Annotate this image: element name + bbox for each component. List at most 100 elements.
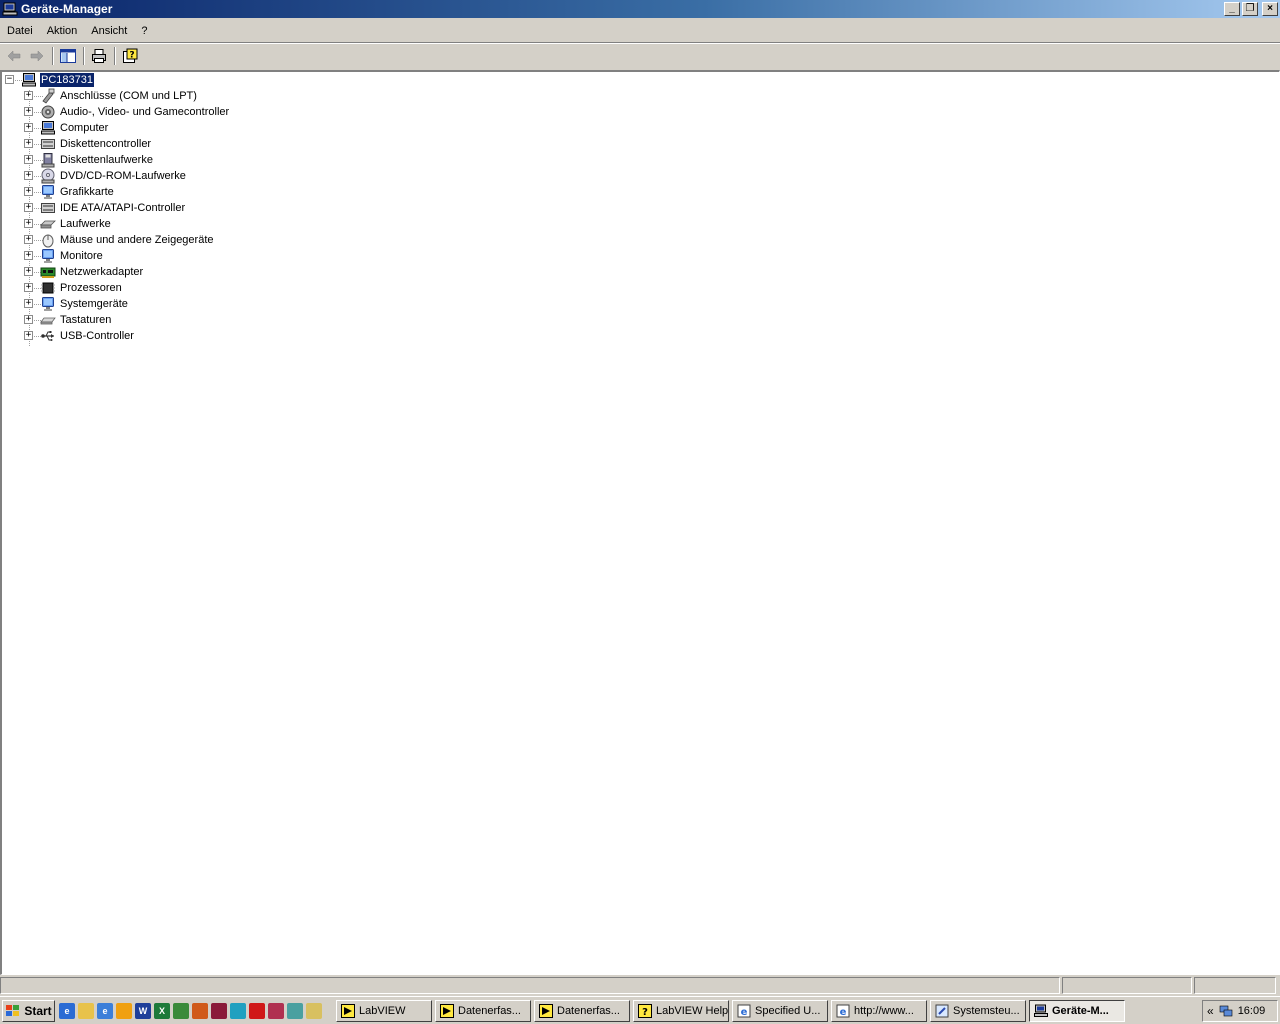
forward-button[interactable] xyxy=(26,45,48,67)
expand-toggle[interactable]: + xyxy=(24,91,33,100)
arrow-left-icon xyxy=(7,50,21,62)
taskbar-button[interactable]: Datenerfas... xyxy=(435,999,531,1022)
folder-icon[interactable] xyxy=(78,1002,94,1019)
tray-chevron[interactable]: « xyxy=(1207,1004,1214,1018)
tree-node-label[interactable]: Anschlüsse (COM und LPT) xyxy=(59,89,198,103)
tree-node-label[interactable]: Diskettencontroller xyxy=(59,137,152,151)
expand-toggle[interactable]: + xyxy=(24,219,33,228)
close-button[interactable]: × xyxy=(1262,2,1278,16)
title-bar[interactable]: Geräte-Manager _ ❐ × xyxy=(0,0,1280,18)
taskbar-button-label: Datenerfas... xyxy=(557,1004,620,1017)
tree-node-label[interactable]: USB-Controller xyxy=(59,329,135,343)
expand-toggle[interactable]: + xyxy=(24,107,33,116)
word-icon[interactable]: W xyxy=(135,1002,151,1019)
taskbar-button[interactable]: Datenerfas... xyxy=(534,999,630,1022)
taskbar-button-label: http://www... xyxy=(854,1004,914,1017)
controller-icon xyxy=(40,200,56,216)
menu-help[interactable]: ? xyxy=(134,22,154,40)
expand-toggle[interactable]: + xyxy=(24,155,33,164)
status-bar xyxy=(0,977,1280,995)
expand-toggle[interactable]: + xyxy=(24,331,33,340)
expand-toggle[interactable]: + xyxy=(24,123,33,132)
expand-toggle[interactable]: + xyxy=(24,315,33,324)
browser-icon[interactable]: e xyxy=(97,1002,113,1019)
port-icon xyxy=(40,88,56,104)
controller-icon xyxy=(40,136,56,152)
red-app-icon[interactable] xyxy=(249,1002,265,1019)
ie-icon: e xyxy=(737,1004,755,1018)
app-icon[interactable] xyxy=(173,1002,189,1019)
harddisk-icon xyxy=(40,216,56,232)
tree-node-label[interactable]: Netzwerkadapter xyxy=(59,265,144,279)
tree-root-label[interactable]: PC183731 xyxy=(39,72,95,88)
tree-node-label[interactable]: Audio-, Video- und Gamecontroller xyxy=(59,105,230,119)
restore-button[interactable]: ❐ xyxy=(1242,2,1258,16)
tools-icon[interactable] xyxy=(287,1002,303,1019)
notes-icon[interactable] xyxy=(306,1002,322,1019)
tree-node-label[interactable]: Tastaturen xyxy=(59,313,112,327)
toolbar: ? xyxy=(0,44,1280,68)
network-connection-icon[interactable] xyxy=(1218,1003,1234,1019)
status-pane-3 xyxy=(1194,977,1276,994)
tree-node-label[interactable]: DVD/CD-ROM-Laufwerke xyxy=(59,169,187,183)
tree-node-label[interactable]: Systemgeräte xyxy=(59,297,129,311)
clock[interactable]: 16:09 xyxy=(1238,1005,1266,1017)
tree-node-label[interactable]: Computer xyxy=(59,121,109,135)
excel-icon[interactable]: X xyxy=(154,1002,170,1019)
system-tray: « 16:09 xyxy=(1202,1000,1278,1022)
tree-node-label[interactable]: Diskettenlaufwerke xyxy=(59,153,154,167)
taskbar-button[interactable]: Systemsteu... xyxy=(930,999,1026,1022)
media-icon[interactable] xyxy=(116,1002,132,1019)
expand-toggle[interactable]: + xyxy=(24,171,33,180)
expand-toggle[interactable]: + xyxy=(24,203,33,212)
powerpoint-icon[interactable] xyxy=(192,1002,208,1019)
computer-icon xyxy=(21,72,37,88)
expand-toggle[interactable]: + xyxy=(24,187,33,196)
tree-node-label[interactable]: Prozessoren xyxy=(59,281,123,295)
svg-text:e: e xyxy=(741,1007,748,1018)
device-manager-icon xyxy=(2,2,18,16)
menu-aktion[interactable]: Aktion xyxy=(40,22,85,40)
taskbar-button[interactable]: e Specified U... xyxy=(732,999,828,1022)
print-button[interactable] xyxy=(88,45,110,67)
labview-icon xyxy=(539,1003,557,1018)
acrobat-icon[interactable] xyxy=(211,1002,227,1019)
expand-toggle[interactable]: + xyxy=(24,251,33,260)
network-card-icon xyxy=(40,264,56,280)
taskbar-button[interactable]: e http://www... xyxy=(831,999,927,1022)
internet-explorer-icon[interactable]: e xyxy=(59,1002,75,1019)
taskbar-button[interactable]: LabVIEW xyxy=(336,999,432,1022)
taskbar-button-label: LabVIEW xyxy=(359,1004,406,1017)
help-icon: ? xyxy=(638,1003,656,1018)
tree-node-label[interactable]: Laufwerke xyxy=(59,217,112,231)
device-tree[interactable]: − PC183731 + Anschlüsse (COM und LPT) + Audio… xyxy=(0,70,1280,975)
tree-node-label[interactable]: Monitore xyxy=(59,249,104,263)
expand-toggle[interactable]: + xyxy=(24,235,33,244)
tree-node-label[interactable]: IDE ATA/ATAPI-Controller xyxy=(59,201,186,215)
show-hide-tree-button[interactable] xyxy=(57,45,79,67)
collapse-toggle[interactable]: − xyxy=(5,75,14,84)
expand-toggle[interactable]: + xyxy=(24,283,33,292)
expand-toggle[interactable]: + xyxy=(24,139,33,148)
tree-node-label[interactable]: Grafikkarte xyxy=(59,185,115,199)
help-icon: ? xyxy=(123,48,138,63)
help-button[interactable]: ? xyxy=(119,45,141,67)
tree-node-label[interactable]: Mäuse und andere Zeigegeräte xyxy=(59,233,215,247)
speaker-icon xyxy=(40,104,56,120)
taskbar-button[interactable]: Geräte-M... xyxy=(1029,999,1125,1022)
minimize-button[interactable]: _ xyxy=(1224,2,1240,16)
taskbar-button[interactable]: ? LabVIEW Help xyxy=(633,999,729,1022)
network-icon[interactable] xyxy=(268,1002,284,1019)
start-button[interactable]: Start xyxy=(2,999,55,1022)
toolbar-separator xyxy=(114,47,116,65)
bosch-icon[interactable] xyxy=(230,1002,246,1019)
status-pane-main xyxy=(0,977,1060,994)
expand-toggle[interactable]: + xyxy=(24,267,33,276)
menu-datei[interactable]: Datei xyxy=(0,22,40,40)
expand-toggle[interactable]: + xyxy=(24,299,33,308)
computer-icon xyxy=(40,120,56,136)
menu-ansicht[interactable]: Ansicht xyxy=(84,22,134,40)
back-button[interactable] xyxy=(3,45,25,67)
quick-launch: e e WX xyxy=(59,1002,322,1019)
start-label: Start xyxy=(24,1003,52,1018)
